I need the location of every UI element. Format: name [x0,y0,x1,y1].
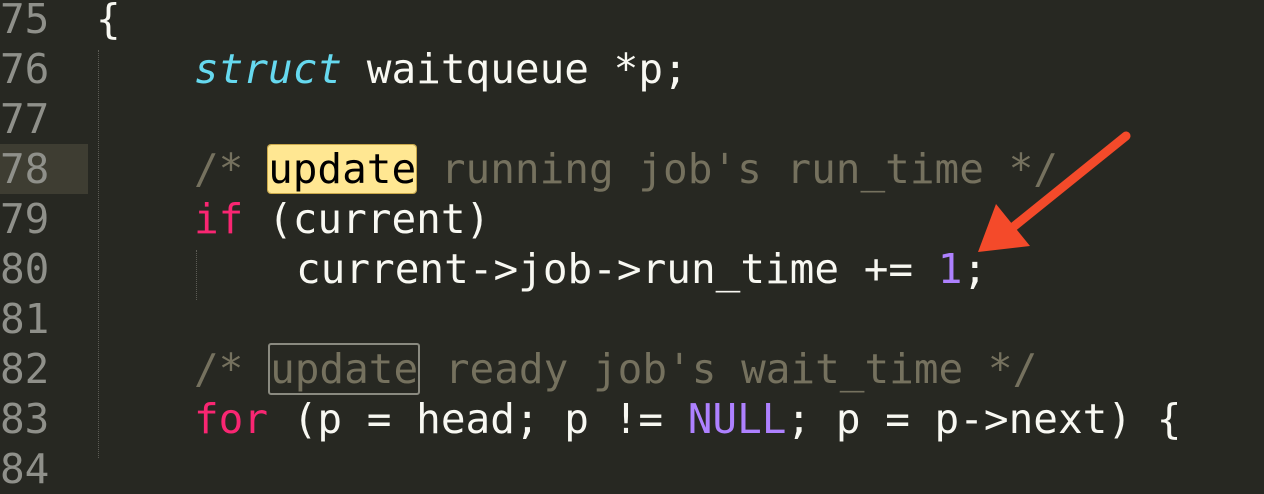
keyword-struct: struct [194,45,343,93]
comment: /* update running job's run_time */ [194,144,1058,194]
code-line[interactable]: 83 for (p = head; p != NULL; p = p->next… [0,394,1264,444]
code-text: ; [962,245,988,293]
line-number: 79 [0,195,50,243]
line-code: struct waitqueue *p; [194,44,688,94]
code-line[interactable]: 79 if (current) [0,194,1264,244]
code-line[interactable]: 82 /* update ready job's wait_time */ [0,343,1264,395]
code-text: (p = head; p != [268,395,688,443]
code-line[interactable]: 81 [0,294,1264,344]
comment: /* update ready job's wait_time */ [194,343,1038,395]
comment-text: ready job's wait_time */ [420,345,1038,393]
line-number: 80 [0,245,50,293]
line-number: 76 [0,45,50,93]
keyword-for: for [194,395,269,443]
keyword-if: if [194,195,244,243]
comment-text: /* [194,145,269,193]
line-number: 82 [0,345,50,393]
line-number: 81 [0,295,50,343]
code-line[interactable]: 78 /* update running job's run_time */ [0,144,1264,194]
code-editor[interactable]: 75 { 76 struct waitqueue *p; 77 78 /* up… [0,0,1264,493]
constant-null: NULL [687,395,787,443]
number-literal: 1 [937,245,963,293]
code-text: current->job->run_time += [296,245,938,293]
search-match[interactable]: update [268,343,421,395]
line-number: 75 [0,0,50,43]
code-text: (current) [243,195,491,243]
line-code: for (p = head; p != NULL; p = p->next) { [194,394,1181,444]
code-line[interactable]: 77 [0,94,1264,144]
code-line[interactable]: 76 struct waitqueue *p; [0,44,1264,94]
line-code: current->job->run_time += 1; [296,244,987,294]
line-number: 83 [0,395,50,443]
line-number: 77 [0,95,50,143]
code-line[interactable]: 75 { [0,0,1264,44]
comment-text: /* [194,345,269,393]
comment-text: running job's run_time */ [416,145,1058,193]
line-number: 84 [0,445,50,493]
line-number: 78 [0,145,50,193]
code-text: ; p = p->next) { [786,395,1182,443]
code-text: waitqueue *p; [342,45,688,93]
code-line[interactable]: 80 current->job->run_time += 1; [0,244,1264,294]
line-code: { [96,0,121,43]
search-match-current[interactable]: update [268,145,417,193]
line-code: if (current) [194,194,490,244]
code-line[interactable]: 84 [0,444,1264,494]
